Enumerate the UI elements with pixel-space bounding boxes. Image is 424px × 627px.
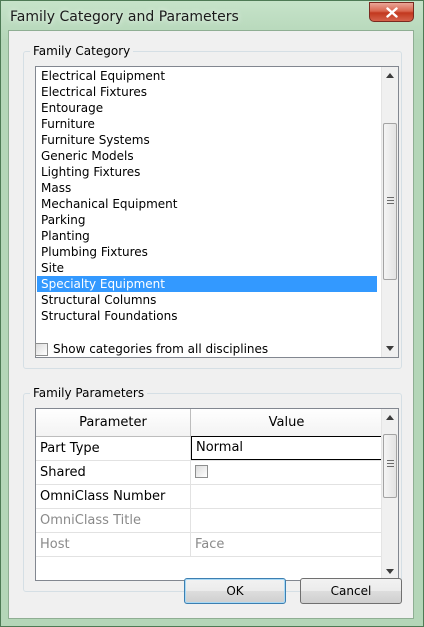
- omniclass-number-value[interactable]: [191, 485, 382, 508]
- list-item[interactable]: Planting: [37, 228, 377, 244]
- param-name: Host: [36, 533, 191, 556]
- table-row[interactable]: Host Face: [36, 533, 382, 557]
- family-category-list[interactable]: Electrical Equipment Electrical Fixtures E…: [35, 66, 399, 358]
- ok-button[interactable]: OK: [184, 578, 286, 604]
- family-category-label: Family Category: [30, 44, 134, 58]
- scroll-down-button[interactable]: [382, 340, 398, 357]
- list-item[interactable]: Electrical Fixtures: [37, 84, 377, 100]
- chevron-up-icon: [386, 415, 394, 420]
- list-item[interactable]: Mass: [37, 180, 377, 196]
- cancel-button[interactable]: Cancel: [300, 578, 402, 604]
- list-item[interactable]: Furniture: [37, 116, 377, 132]
- category-scrollbar[interactable]: [381, 67, 398, 357]
- table-row[interactable]: Part Type Normal: [36, 436, 382, 461]
- param-name: OmniClass Number: [36, 485, 191, 508]
- show-all-disciplines-label: Show categories from all disciplines: [53, 342, 269, 356]
- table-row[interactable]: OmniClass Title: [36, 509, 382, 533]
- list-item[interactable]: Structural Foundations: [37, 308, 377, 324]
- window-title: Family Category and Parameters: [10, 9, 239, 25]
- list-item[interactable]: Structural Columns: [37, 292, 377, 308]
- chevron-down-icon: [386, 346, 394, 351]
- param-name: OmniClass Title: [36, 509, 191, 532]
- part-type-value[interactable]: Normal: [191, 436, 382, 460]
- show-all-disciplines-checkbox[interactable]: [35, 342, 48, 356]
- column-header-parameter[interactable]: Parameter: [36, 409, 191, 436]
- list-item[interactable]: Site: [37, 260, 377, 276]
- param-name: Part Type: [36, 437, 191, 460]
- close-icon: [385, 6, 398, 18]
- list-item[interactable]: Parking: [37, 212, 377, 228]
- list-item[interactable]: Lighting Fixtures: [37, 164, 377, 180]
- parameters-scroll-thumb[interactable]: [383, 434, 397, 498]
- table-row[interactable]: Shared: [36, 461, 382, 485]
- category-items: Electrical Equipment Electrical Fixtures E…: [37, 68, 377, 324]
- list-item[interactable]: Specialty Equipment: [37, 276, 377, 292]
- parameters-scrollbar[interactable]: [381, 409, 398, 580]
- close-button[interactable]: [369, 2, 414, 22]
- family-parameters-grid[interactable]: Parameter Value Part Type Normal Shared …: [35, 408, 399, 581]
- host-value: Face: [195, 537, 225, 552]
- param-name: Shared: [36, 461, 191, 484]
- family-parameters-label: Family Parameters: [30, 386, 148, 400]
- omniclass-title-value: [191, 509, 382, 532]
- category-scroll-thumb[interactable]: [383, 123, 397, 280]
- chevron-down-icon: [386, 569, 394, 574]
- table-row[interactable]: OmniClass Number: [36, 485, 382, 509]
- list-item[interactable]: Generic Models: [37, 148, 377, 164]
- column-header-value[interactable]: Value: [191, 409, 382, 436]
- list-item[interactable]: Entourage: [37, 100, 377, 116]
- scroll-up-button[interactable]: [382, 409, 398, 426]
- list-item[interactable]: Plumbing Fixtures: [37, 244, 377, 260]
- list-item[interactable]: Mechanical Equipment: [37, 196, 377, 212]
- shared-value[interactable]: [191, 461, 382, 484]
- dialog-client-area: Family Category Electrical Equipment Elec…: [8, 30, 414, 619]
- shared-checkbox[interactable]: [195, 464, 208, 478]
- chevron-up-icon: [386, 73, 394, 78]
- scroll-up-button[interactable]: [382, 67, 398, 84]
- grid-header: Parameter Value: [36, 409, 382, 437]
- show-all-disciplines[interactable]: Show categories from all disciplines: [35, 341, 268, 357]
- list-item[interactable]: Electrical Equipment: [37, 68, 377, 84]
- grid-body: Part Type Normal Shared OmniClass Number…: [36, 436, 382, 557]
- list-item[interactable]: Furniture Systems: [37, 132, 377, 148]
